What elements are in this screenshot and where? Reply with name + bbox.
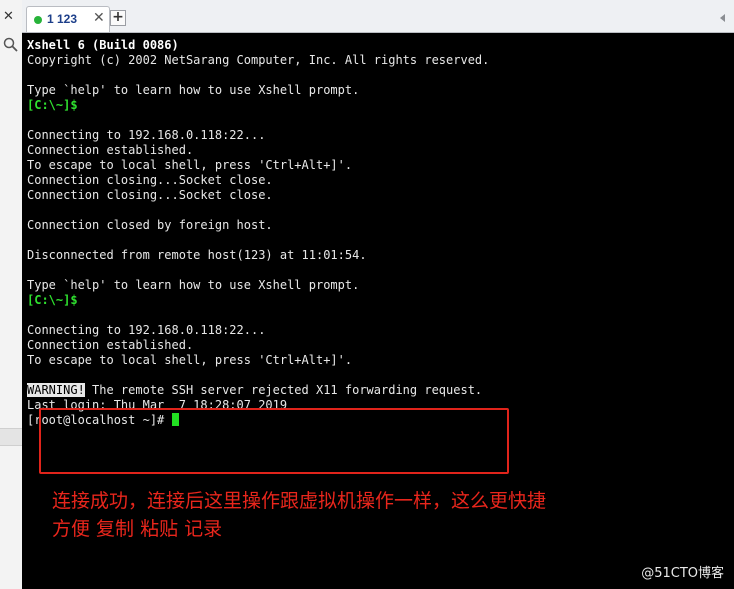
close-icon[interactable]: ✕ [93, 10, 105, 26]
terminal-line: To escape to local shell, press 'Ctrl+Al… [27, 158, 727, 173]
terminal-line: [C:\~]$ [27, 293, 727, 308]
terminal-line: Connection closed by foreign host. [27, 218, 727, 233]
annotation-highlight-box [39, 408, 509, 474]
terminal-line: Connection closing...Socket close. [27, 188, 727, 203]
scroll-left-icon[interactable] [720, 14, 725, 22]
close-icon[interactable]: ✕ [3, 10, 14, 24]
annotation-line: 方便 复制 粘贴 记录 [52, 518, 223, 540]
terminal-line-text: The remote SSH server rejected X11 forwa… [84, 383, 483, 397]
terminal-line: To escape to local shell, press 'Ctrl+Al… [27, 353, 727, 368]
terminal-line: Connection established. [27, 143, 727, 158]
terminal-line-text: To escape to local shell, press 'Ctrl+Al… [27, 158, 353, 172]
annotation-text: 连接成功，连接后这里操作跟虚拟机操作一样，这么更快捷 方便 复制 粘贴 记录 [52, 487, 632, 543]
terminal-line-text: Connection closing...Socket close. [27, 188, 273, 202]
terminal-line-text: Connection established. [27, 338, 194, 352]
terminal-line: Type `help' to learn how to use Xshell p… [27, 83, 727, 98]
terminal-line-text: [C:\~]$ [27, 293, 78, 307]
terminal-line-text: Connection closed by foreign host. [27, 218, 273, 232]
tab-label: 1 123 [47, 12, 78, 26]
terminal-line-text: Disconnected from remote host(123) at 11… [27, 248, 367, 262]
connected-status-icon [34, 16, 42, 24]
tab-bar: 1 123 ✕ + [22, 0, 734, 33]
terminal-line: Connection established. [27, 338, 727, 353]
tab-session-123[interactable]: 1 123 ✕ [26, 6, 110, 32]
terminal-line-text: Type `help' to learn how to use Xshell p… [27, 278, 360, 292]
terminal-line-text: Xshell 6 (Build 0086) [27, 38, 179, 52]
terminal-line-text: Connecting to 192.168.0.118:22... [27, 323, 266, 337]
terminal-line-text: Type `help' to learn how to use Xshell p… [27, 83, 360, 97]
terminal-line-text: [C:\~]$ [27, 98, 78, 112]
terminal-line: WARNING! The remote SSH server rejected … [27, 383, 727, 398]
terminal-line-text: Copyright (c) 2002 NetSarang Computer, I… [27, 53, 490, 67]
annotation-line: 连接成功，连接后这里操作跟虚拟机操作一样，这么更快捷 [52, 490, 547, 512]
terminal-line-text: Connecting to 192.168.0.118:22... [27, 128, 266, 142]
terminal-line: Disconnected from remote host(123) at 11… [27, 248, 727, 263]
terminal-line-text: Connection established. [27, 143, 194, 157]
terminal-output[interactable]: Xshell 6 (Build 0086) Copyright (c) 2002 … [22, 33, 734, 589]
terminal-line: Copyright (c) 2002 NetSarang Computer, I… [27, 53, 727, 68]
terminal-line: Connection closing...Socket close. [27, 173, 727, 188]
sidebar-splitter[interactable] [0, 428, 22, 446]
search-icon[interactable] [2, 36, 20, 54]
terminal-line-text: To escape to local shell, press 'Ctrl+Al… [27, 353, 353, 367]
terminal-line: Connecting to 192.168.0.118:22... [27, 323, 727, 338]
session-sidebar: ✕ [0, 0, 23, 589]
terminal-text: Xshell 6 (Build 0086) Copyright (c) 2002 … [27, 38, 727, 428]
watermark: @51CTO博客 [641, 566, 724, 581]
terminal-line-text: Connection closing...Socket close. [27, 173, 273, 187]
terminal-line: [C:\~]$ [27, 98, 727, 113]
terminal-line: Xshell 6 (Build 0086) [27, 38, 727, 53]
warning-label: WARNING! [27, 383, 85, 397]
terminal-line: Connecting to 192.168.0.118:22... [27, 128, 727, 143]
terminal-line: Type `help' to learn how to use Xshell p… [27, 278, 727, 293]
new-tab-button[interactable]: + [110, 10, 126, 26]
